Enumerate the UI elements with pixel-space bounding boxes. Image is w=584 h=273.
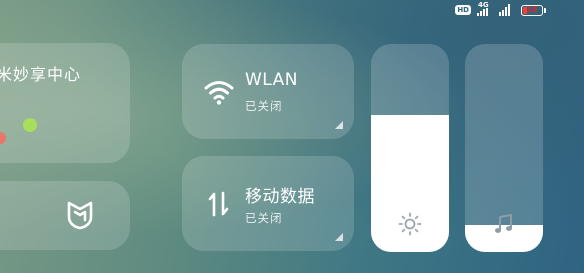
mijia-logo-icon <box>67 201 93 230</box>
sun-icon <box>398 212 422 236</box>
mobile-data-status: 已关闭 <box>245 211 283 225</box>
wlan-title: WLAN <box>245 70 299 90</box>
signal-strength-icon: 4G <box>477 1 493 16</box>
battery-icon: 18 <box>521 4 546 16</box>
mobile-data-tile[interactable]: 移动数据 已关闭 <box>182 156 354 251</box>
expand-corner-icon[interactable] <box>335 233 343 241</box>
volume-slider[interactable] <box>465 44 543 252</box>
music-note-icon <box>495 214 512 233</box>
data-transfer-icon <box>208 191 229 217</box>
wlan-status: 已关闭 <box>245 99 283 113</box>
brightness-slider[interactable] <box>371 44 449 252</box>
wlan-tile[interactable]: WLAN 已关闭 <box>182 44 354 139</box>
battery-level: 18 <box>526 4 538 14</box>
hd-voice-badge: HD <box>455 5 471 15</box>
mobile-data-title: 移动数据 <box>245 187 315 207</box>
status-bar: HD 4G 18 <box>455 1 546 17</box>
mi-share-center-title: 米妙享中心 <box>0 65 82 84</box>
signal-strength-icon-2 <box>499 4 515 16</box>
mi-share-center-card[interactable]: 米妙享中心 <box>0 43 130 163</box>
expand-corner-icon[interactable] <box>335 121 343 129</box>
mijia-home-card[interactable] <box>0 181 130 250</box>
green-device-dot <box>23 118 37 132</box>
wifi-icon <box>204 81 234 105</box>
network-type-label: 4G <box>478 1 489 9</box>
